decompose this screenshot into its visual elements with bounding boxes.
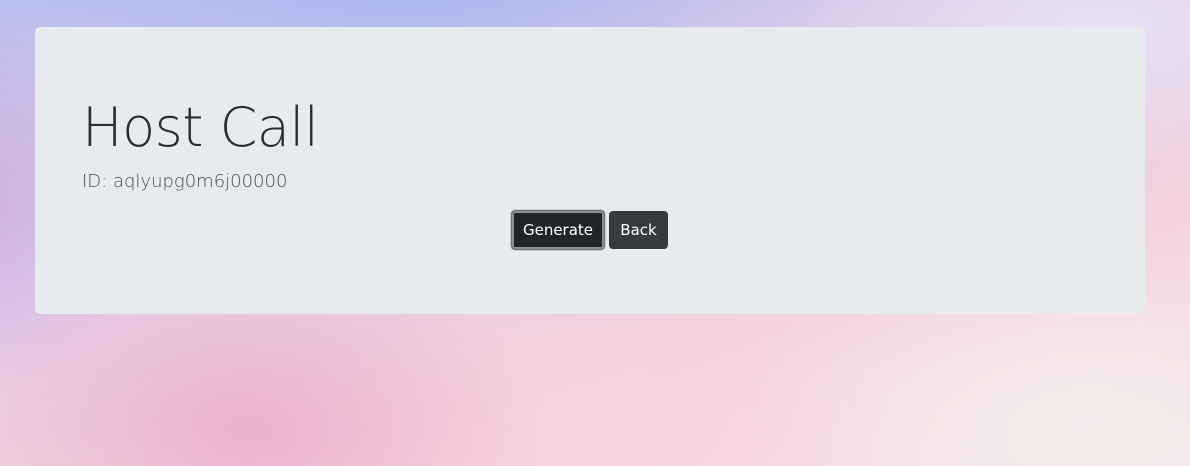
generate-button[interactable]: Generate	[510, 209, 606, 251]
call-id-line: ID: aqlyupg0m6j00000	[82, 171, 287, 192]
call-id-label: ID:	[82, 171, 108, 192]
action-buttons: Generate Back	[510, 209, 668, 251]
back-button[interactable]: Back	[609, 211, 668, 249]
host-call-panel: Host Call ID: aqlyupg0m6j00000 Generate …	[35, 27, 1145, 314]
call-id-value: aqlyupg0m6j00000	[112, 171, 288, 192]
page-title: Host Call	[82, 96, 319, 159]
